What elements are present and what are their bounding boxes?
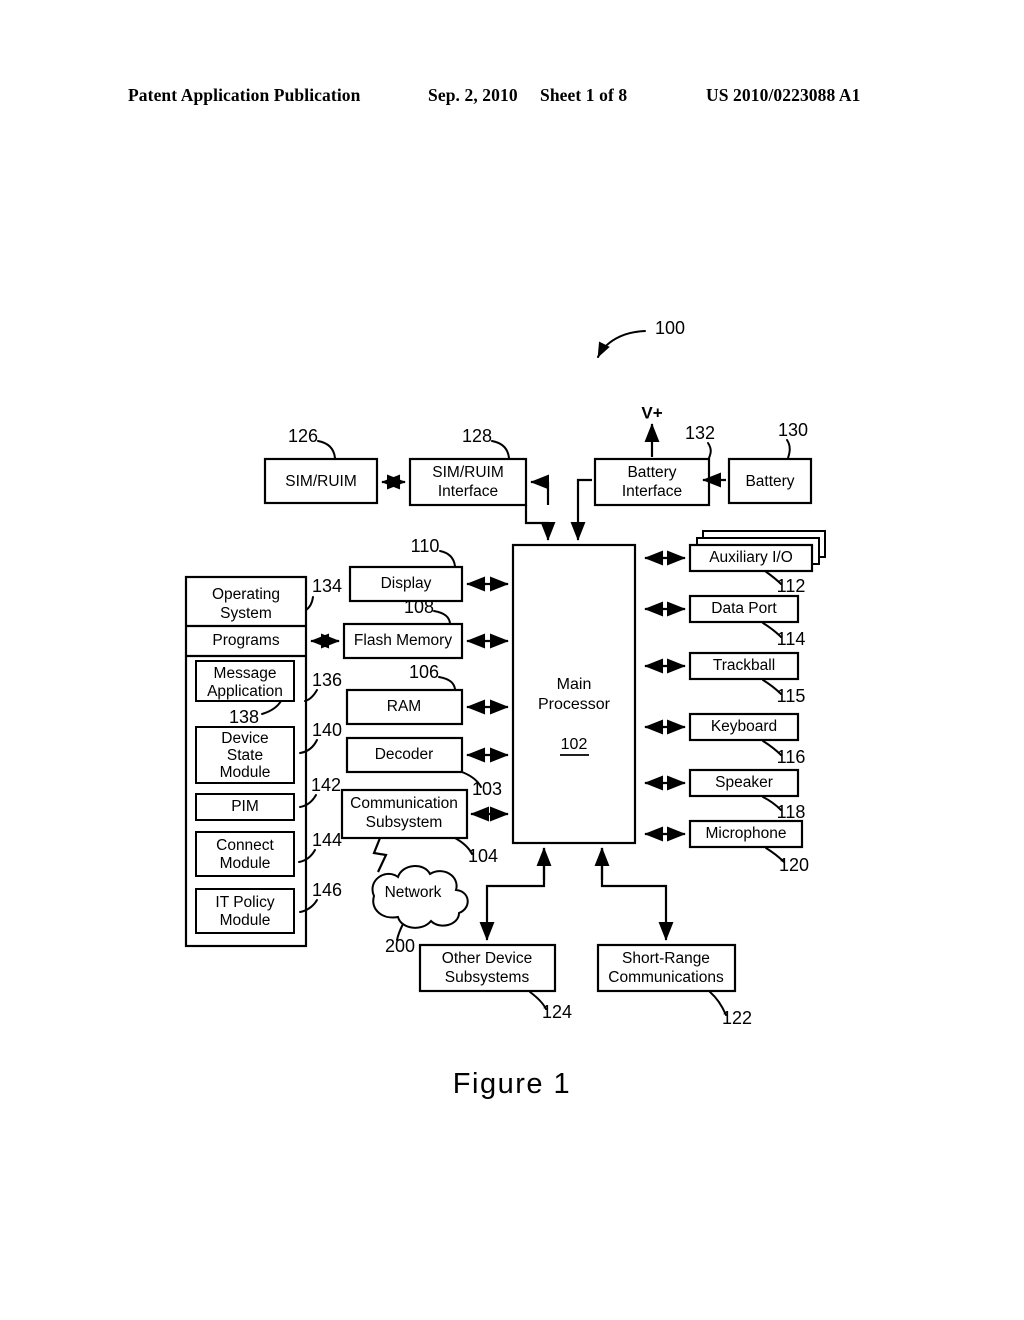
label-battery: Battery: [745, 473, 794, 490]
ref-124: 124: [542, 1002, 572, 1022]
ref-124-leader: [529, 991, 547, 1010]
ref-115: 115: [777, 686, 806, 706]
ref-128-leader: [491, 440, 510, 459]
ref-122-leader: [709, 991, 727, 1016]
ref-108: 108: [404, 597, 434, 617]
ref-100: 100: [655, 318, 685, 338]
ref-102: 102: [561, 736, 588, 753]
label-programs: Programs: [212, 632, 279, 649]
label-device-state-3: Module: [220, 764, 271, 781]
label-message-application-2: Application: [207, 683, 283, 700]
label-message-application-1: Message: [214, 665, 277, 682]
label-pim: PIM: [231, 798, 259, 815]
ref-130: 130: [778, 420, 808, 440]
label-short-range-1: Short-Range: [622, 950, 710, 967]
label-keyboard: Keyboard: [711, 718, 777, 735]
ref-140: 140: [312, 720, 342, 740]
ref-138: 138: [229, 707, 259, 727]
figure-1-diagram: 100 SIM/RUIM 126 SIM/RUIM Interface 128 …: [184, 318, 826, 1028]
link-processor-to-short-range: [600, 848, 674, 941]
ref-112: 112: [777, 576, 806, 596]
ref-106-leader: [438, 676, 456, 690]
label-sim-ruim-interface-1: SIM/RUIM: [432, 464, 503, 481]
label-connect-module-1: Connect: [216, 837, 274, 854]
ref-126-leader: [317, 440, 336, 459]
ref-130-leader: [786, 439, 791, 459]
label-other-device-1: Other Device: [442, 950, 532, 967]
patent-figure-page: Patent Application Publication Sep. 2, 2…: [0, 0, 1024, 1320]
label-ram: RAM: [387, 698, 421, 715]
ref-146: 146: [312, 880, 342, 900]
ref-106: 106: [409, 662, 439, 682]
label-decoder: Decoder: [375, 746, 434, 763]
ref-114: 114: [777, 629, 806, 649]
ref-104: 104: [468, 846, 498, 866]
label-operating-system-2: System: [220, 605, 272, 622]
link-sim-interface-to-processor: [524, 505, 556, 541]
ref-128: 128: [462, 426, 492, 446]
ref-126: 126: [288, 426, 318, 446]
label-speaker: Speaker: [715, 774, 773, 791]
ref-136: 136: [312, 670, 342, 690]
label-main-processor-2: Processor: [538, 696, 611, 713]
label-battery-interface-2: Interface: [622, 483, 682, 500]
label-connect-module-2: Module: [220, 855, 271, 872]
ref-116: 116: [777, 747, 806, 767]
label-battery-interface-1: Battery: [627, 464, 676, 481]
label-device-state-2: State: [227, 747, 263, 764]
label-display: Display: [381, 575, 432, 592]
ref-122: 122: [722, 1008, 752, 1028]
label-it-policy-1: IT Policy: [215, 894, 274, 911]
link-battery-interface-to-processor: [570, 478, 592, 541]
label-auxiliary-io: Auxiliary I/O: [709, 549, 793, 566]
label-main-processor-1: Main: [557, 676, 592, 693]
label-it-policy-2: Module: [220, 912, 271, 929]
label-device-state-1: Device: [221, 730, 268, 747]
ref-120: 120: [779, 855, 809, 875]
ref-132-leader: [707, 442, 712, 459]
box-main-processor: [511, 543, 637, 845]
ref-110: 110: [411, 536, 440, 556]
ref-134: 134: [312, 576, 342, 596]
label-microphone: Microphone: [706, 825, 787, 842]
label-comm-subsystem-2: Subsystem: [366, 814, 443, 831]
network-cloud: Network: [371, 865, 469, 929]
figure-caption: Figure 1: [452, 1068, 572, 1100]
label-network: Network: [385, 884, 442, 901]
ref-132: 132: [685, 423, 715, 443]
label-flash-memory: Flash Memory: [354, 632, 452, 649]
label-operating-system-1: Operating: [212, 586, 280, 603]
label-sim-ruim-interface-2: Interface: [438, 483, 498, 500]
ref-118: 118: [777, 802, 806, 822]
lightning-bolt-icon: [372, 837, 388, 873]
label-trackball: Trackball: [713, 657, 775, 674]
label-data-port: Data Port: [711, 600, 777, 617]
ref-100-leader: [597, 330, 646, 358]
ref-110-leader: [439, 550, 456, 567]
label-short-range-2: Communications: [608, 969, 724, 986]
ref-142: 142: [311, 775, 341, 795]
ref-108-leader: [433, 610, 451, 624]
label-sim-ruim: SIM/RUIM: [285, 473, 356, 490]
label-v-plus: V+: [641, 403, 662, 422]
label-other-device-2: Subsystems: [445, 969, 530, 986]
ref-144: 144: [312, 830, 342, 850]
ref-200: 200: [385, 936, 415, 956]
label-comm-subsystem-1: Communication: [350, 795, 458, 812]
